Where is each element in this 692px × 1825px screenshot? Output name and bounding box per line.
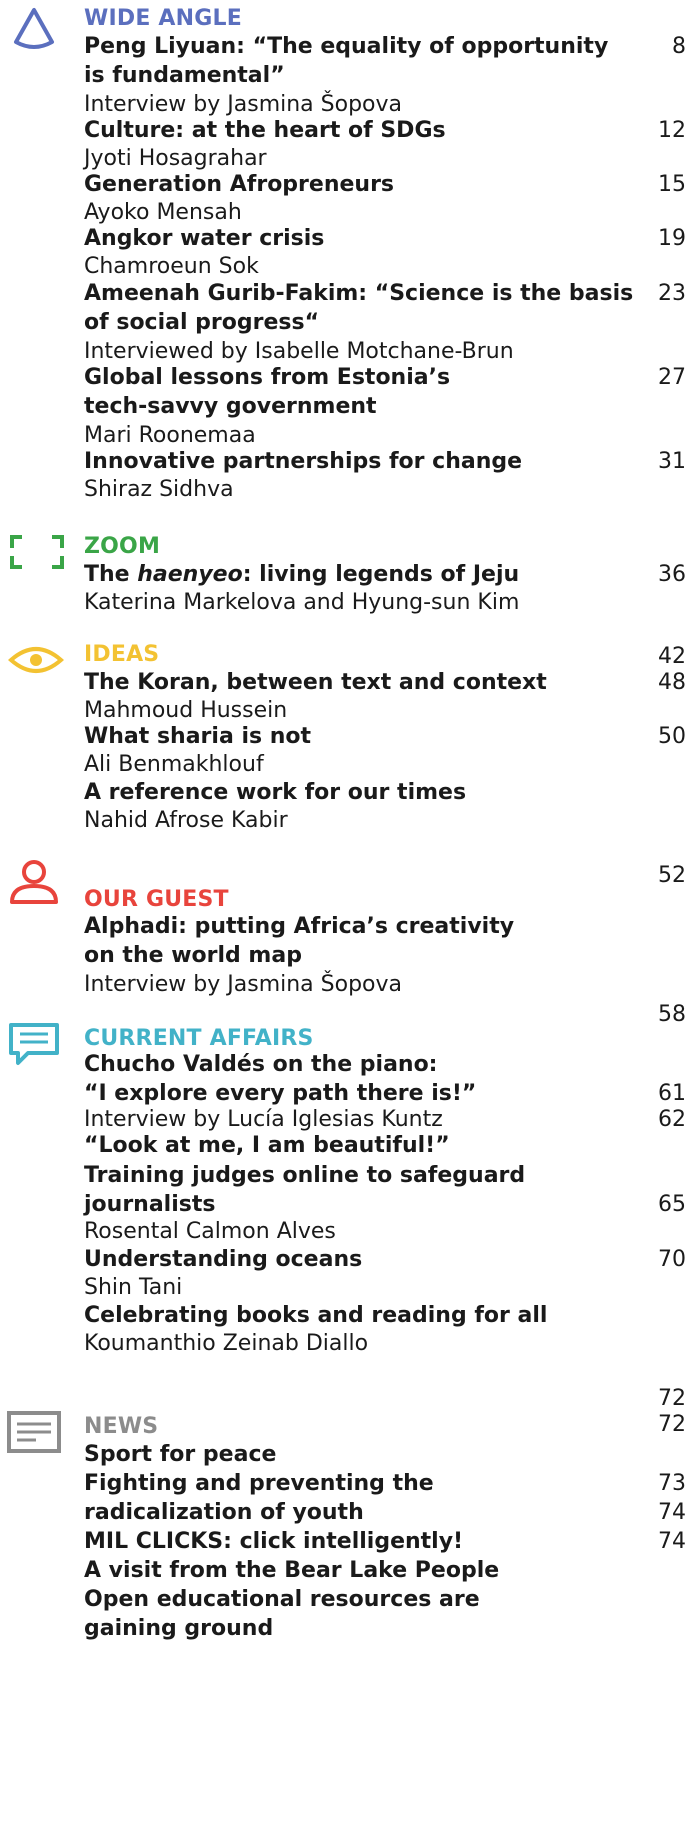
article-title[interactable]: Chucho Valdés on the piano: xyxy=(84,1050,437,1080)
page-number: 48 xyxy=(658,670,686,695)
title-emphasis: haenyeo xyxy=(137,562,243,587)
article-author: Katerina Markelova and Hyung-sun Kim xyxy=(84,590,520,615)
article-title[interactable]: Culture: at the heart of SDGs xyxy=(84,116,446,146)
article-author: Interview by Jasmina Šopova xyxy=(84,972,403,997)
article-author: Shiraz Sidhva xyxy=(84,477,234,502)
page-number: 72 xyxy=(658,1412,686,1437)
article-title[interactable]: Sport for peace xyxy=(84,1440,276,1470)
article-title[interactable]: on the world map xyxy=(84,941,302,971)
page-number: 8 xyxy=(672,34,686,59)
newspaper-icon xyxy=(7,1411,61,1453)
section-title-our-guest: OUR GUEST xyxy=(84,887,229,912)
section-title-ideas: IDEAS xyxy=(84,642,160,667)
page-number: 52 xyxy=(658,863,686,888)
article-title[interactable]: MIL CLICKS: click intelligently! xyxy=(84,1527,463,1557)
page-number: 70 xyxy=(658,1247,686,1272)
section-title-zoom: ZOOM xyxy=(84,534,161,559)
article-author: Shin Tani xyxy=(84,1275,183,1300)
page-number: 74 xyxy=(658,1500,686,1525)
page-number: 62 xyxy=(658,1107,686,1132)
article-title[interactable]: The Koran, between text and context xyxy=(84,668,547,698)
page-number: 36 xyxy=(658,562,686,587)
article-author: Chamroeun Sok xyxy=(84,254,259,279)
article-author: Koumanthio Zeinab Diallo xyxy=(84,1331,369,1356)
article-title[interactable]: Generation Afropreneurs xyxy=(84,170,394,200)
article-title[interactable]: of social progress“ xyxy=(84,308,319,338)
person-icon xyxy=(10,860,58,904)
page-number: 23 xyxy=(658,281,686,306)
article-title[interactable]: Fighting and preventing the xyxy=(84,1469,434,1499)
page-number: 12 xyxy=(658,118,686,143)
page-number: 27 xyxy=(658,365,686,390)
section-title-wide-angle: WIDE ANGLE xyxy=(84,6,242,31)
article-title[interactable]: The haenyeo: living legends of Jeju xyxy=(84,560,519,590)
article-title[interactable]: Global lessons from Estonia’s xyxy=(84,363,450,393)
page-number: 58 xyxy=(658,1002,686,1027)
page-number: 31 xyxy=(658,449,686,474)
article-title[interactable]: tech-savvy government xyxy=(84,392,377,422)
article-title[interactable]: radicalization of youth xyxy=(84,1498,364,1528)
article-title[interactable]: Alphadi: putting Africa’s creativity xyxy=(84,912,514,942)
article-title[interactable]: Understanding oceans xyxy=(84,1245,362,1275)
article-title[interactable]: What sharia is not xyxy=(84,722,311,752)
article-title[interactable]: Training judges online to safeguard xyxy=(84,1161,525,1191)
article-title[interactable]: Angkor water crisis xyxy=(84,224,324,254)
article-title[interactable]: Ameenah Gurib-Fakim: “Science is the bas… xyxy=(84,279,633,309)
article-title[interactable]: A reference work for our times xyxy=(84,778,466,808)
page-number: 19 xyxy=(658,226,686,251)
section-title-current-affairs: CURRENT AFFAIRS xyxy=(84,1026,314,1051)
article-author: Rosental Calmon Alves xyxy=(84,1219,336,1244)
article-title[interactable]: is fundamental” xyxy=(84,61,285,91)
triangle-icon xyxy=(14,8,54,49)
frame-corners-icon xyxy=(10,535,64,569)
article-title[interactable]: Celebrating books and reading for all xyxy=(84,1301,547,1331)
article-title[interactable]: journalists xyxy=(84,1190,215,1220)
page-number: 50 xyxy=(658,724,686,749)
speech-bubble-icon xyxy=(9,1023,59,1065)
article-title[interactable]: Peng Liyuan: “The equality of opportunit… xyxy=(84,32,608,62)
article-author: Nahid Afrose Kabir xyxy=(84,808,288,833)
section-title-news: NEWS xyxy=(84,1414,159,1439)
title-part: : living legends of Jeju xyxy=(242,562,520,587)
page-number: 74 xyxy=(658,1529,686,1554)
article-title[interactable]: A visit from the Bear Lake People xyxy=(84,1556,499,1586)
title-part: The xyxy=(84,562,138,587)
article-title[interactable]: “Look at me, I am beautiful!” xyxy=(84,1131,450,1161)
article-title[interactable]: gaining ground xyxy=(84,1614,273,1644)
article-title[interactable]: Open educational resources are xyxy=(84,1585,480,1615)
article-title[interactable]: Innovative partnerships for change xyxy=(84,447,522,477)
eye-icon xyxy=(8,647,64,673)
page-number: 73 xyxy=(658,1471,686,1496)
page-number: 65 xyxy=(658,1192,686,1217)
article-author: Ali Benmakhlouf xyxy=(84,752,264,777)
page-number: 15 xyxy=(658,172,686,197)
